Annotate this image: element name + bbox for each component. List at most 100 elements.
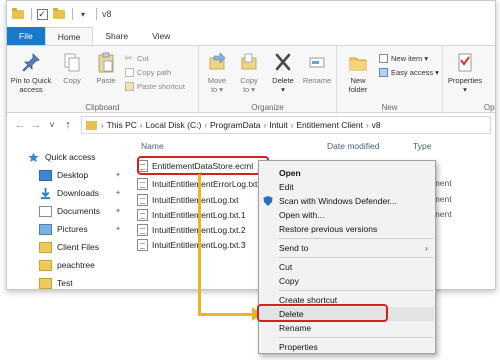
copy-to-icon: [241, 53, 257, 70]
properties-icon: [458, 53, 472, 72]
tab-home[interactable]: Home: [44, 27, 94, 45]
file-row-log-1[interactable]: IntuitEntitlementLog.txt.1: [137, 207, 246, 222]
up-button[interactable]: ↑: [61, 118, 75, 132]
back-button[interactable]: ←: [13, 118, 27, 132]
menu-send-to[interactable]: Send to ›: [260, 241, 434, 255]
folder-icon: [39, 277, 52, 289]
file-row-log-3[interactable]: IntuitEntitlementLog.txt.3: [137, 237, 246, 252]
connector-vertical: [198, 174, 201, 316]
download-icon: [40, 187, 51, 199]
copy-path-icon: [125, 68, 134, 77]
menu-open[interactable]: Open: [260, 166, 434, 180]
easy-access-button[interactable]: Easy access ▾: [379, 67, 439, 78]
menu-separator: [279, 337, 433, 338]
new-folder-button[interactable]: New folder: [343, 52, 373, 94]
crumb-local-disk[interactable]: Local Disk (C:): [146, 120, 202, 130]
forward-button[interactable]: →: [29, 118, 43, 132]
ribbon-tabs: File Home Share View: [7, 27, 495, 45]
folder-icon: [39, 259, 52, 271]
new-folder-qat-icon[interactable]: [52, 7, 66, 21]
clipboard-group-label: Clipboard: [85, 103, 120, 112]
star-icon: [28, 151, 39, 162]
menu-restore-versions[interactable]: Restore previous versions: [260, 222, 434, 236]
folder-icon: [11, 7, 25, 21]
paste-button[interactable]: Paste: [91, 52, 121, 85]
column-header-type[interactable]: Type: [413, 141, 431, 151]
crumb-intuit[interactable]: Intuit: [269, 120, 287, 130]
tab-share[interactable]: Share: [93, 27, 140, 45]
menu-copy[interactable]: Copy: [260, 274, 434, 288]
window-title: v8: [102, 9, 112, 19]
menu-edit[interactable]: Edit: [260, 180, 434, 194]
nav-test[interactable]: Test: [39, 275, 125, 289]
menu-separator: [279, 238, 433, 239]
easy-access-icon: [379, 68, 388, 77]
file-name: IntuitEntitlementErrorLog.txt: [152, 178, 258, 189]
cut-button[interactable]: ✂ Cut: [125, 53, 149, 64]
nav-quick-access[interactable]: Quick access: [27, 149, 125, 165]
nav-downloads[interactable]: Downloads ✦: [39, 185, 125, 201]
new-folder-icon: [349, 57, 367, 71]
address-bar[interactable]: › This PC › Local Disk (C:) › ProgramDat…: [81, 116, 491, 134]
file-icon: [137, 193, 148, 206]
rename-ribbon-button[interactable]: Rename: [301, 52, 333, 85]
nav-peachtree[interactable]: peachtree: [39, 257, 125, 273]
menu-separator: [279, 257, 433, 258]
paste-icon: [98, 52, 114, 73]
connector-horizontal: [198, 313, 260, 316]
delete-ribbon-button[interactable]: Delete ▾: [269, 52, 297, 94]
nav-documents[interactable]: Documents ✦: [39, 203, 125, 219]
move-to-icon: [209, 52, 226, 70]
menu-open-with[interactable]: Open with...: [260, 208, 434, 222]
file-name: IntuitEntitlementLog.txt: [152, 194, 239, 205]
new-group: New folder New item ▾ Easy access ▾ New: [337, 46, 443, 114]
column-header-date[interactable]: Date modified: [327, 141, 379, 151]
nav-client-files[interactable]: Client Files: [39, 239, 125, 255]
pin-icon: ✦: [115, 226, 121, 233]
menu-cut[interactable]: Cut: [260, 260, 434, 274]
column-header-name[interactable]: Name: [141, 141, 164, 151]
properties-qat-icon[interactable]: ✓: [35, 7, 49, 21]
move-to-button[interactable]: Move to ▾: [203, 52, 231, 94]
crumb-this-pc[interactable]: This PC: [107, 120, 137, 130]
crumb-v8[interactable]: v8: [372, 120, 381, 130]
pin-icon: ✦: [115, 208, 121, 215]
crumb-programdata[interactable]: ProgramData: [210, 120, 261, 130]
file-row-log[interactable]: IntuitEntitlementLog.txt: [137, 192, 238, 207]
paste-shortcut-button[interactable]: Paste shortcut: [125, 81, 185, 92]
new-item-button[interactable]: New item ▾: [379, 53, 428, 64]
file-icon: [137, 238, 148, 251]
delete-x-icon: [275, 53, 291, 71]
documents-icon: [39, 205, 52, 217]
delete-highlight: [257, 304, 388, 322]
navigation-pane: Quick access Desktop ✦ Downloads ✦ Docum…: [7, 139, 127, 289]
crumb-entitlement-client[interactable]: Entitlement Client: [296, 120, 363, 130]
file-row-log-2[interactable]: IntuitEntitlementLog.txt.2: [137, 222, 246, 237]
scissors-icon: ✂: [125, 53, 133, 63]
submenu-arrow-icon: ›: [425, 243, 428, 253]
recent-locations-button[interactable]: ˅: [45, 118, 59, 132]
pin-to-quick-access-button[interactable]: Pin to Quick access: [9, 52, 53, 94]
tab-view[interactable]: View: [140, 27, 182, 45]
menu-properties[interactable]: Properties: [260, 340, 434, 354]
organize-group: Move to ▾ Copy to ▾ Delete ▾ Rename Orga…: [199, 46, 337, 114]
copy-path-button[interactable]: Copy path: [125, 67, 171, 78]
pin-icon: ✦: [115, 190, 121, 197]
menu-scan-defender[interactable]: Scan with Windows Defender...: [260, 194, 434, 208]
new-group-label: New: [381, 103, 398, 112]
clipboard-group: Pin to Quick access Copy Paste ✂ Cut Cop…: [7, 46, 199, 114]
paste-shortcut-icon: [125, 82, 134, 91]
pin-icon: [22, 53, 40, 72]
qat-dropdown-icon[interactable]: ▾: [76, 7, 90, 21]
nav-pictures[interactable]: Pictures ✦: [39, 221, 125, 237]
title-bar: ✓ ▾ v8: [7, 1, 495, 27]
menu-rename[interactable]: Rename: [260, 321, 434, 335]
file-icon: [137, 177, 148, 190]
ribbon: Pin to Quick access Copy Paste ✂ Cut Cop…: [7, 45, 495, 114]
nav-desktop[interactable]: Desktop ✦: [39, 167, 125, 183]
tab-file[interactable]: File: [7, 27, 45, 45]
properties-button[interactable]: Properties ▾: [445, 52, 485, 94]
copy-to-button[interactable]: Copy to ▾: [235, 52, 263, 94]
copy-button[interactable]: Copy: [57, 52, 87, 85]
pictures-icon: [39, 223, 52, 235]
